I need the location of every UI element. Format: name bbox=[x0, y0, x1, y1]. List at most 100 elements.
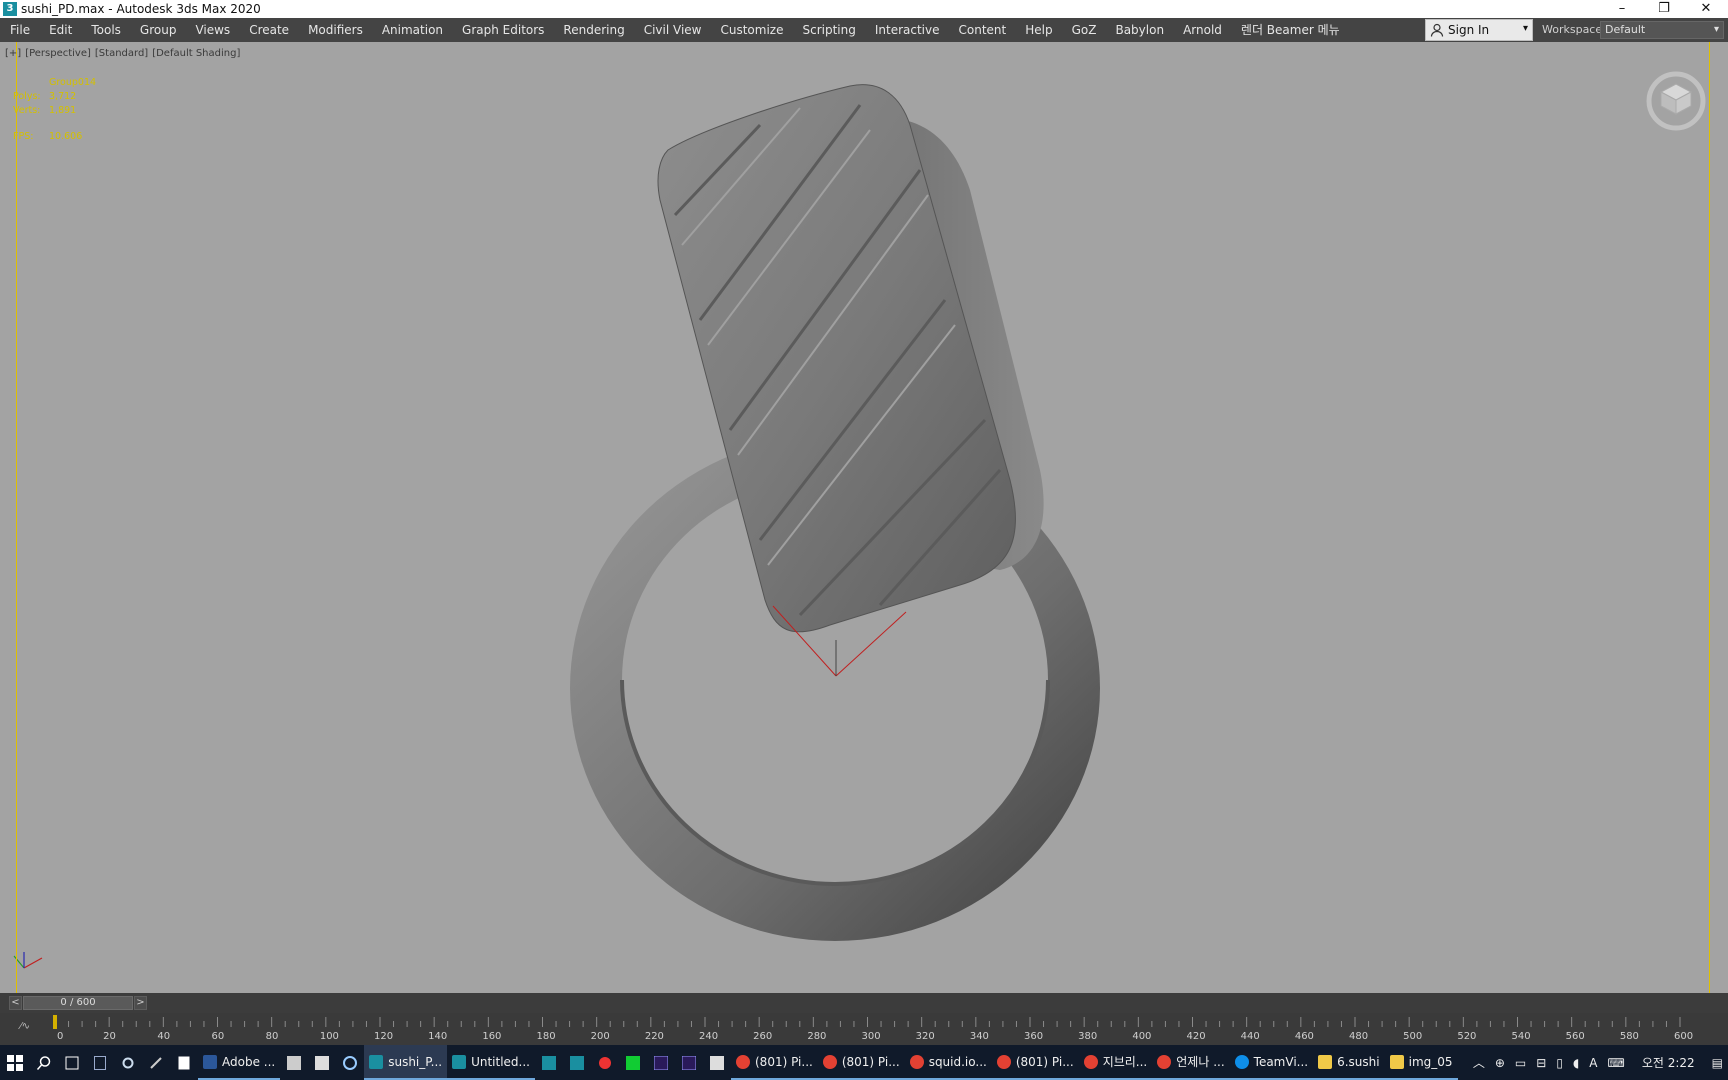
time-slider-prev-button[interactable]: < bbox=[9, 996, 22, 1010]
folder-icon bbox=[1318, 1054, 1333, 1069]
windows-start-icon[interactable] bbox=[0, 1045, 30, 1080]
chevron-down-icon: ▾ bbox=[1522, 23, 1528, 34]
ruler-tick-label: 500 bbox=[1403, 1031, 1422, 1042]
menu-goz[interactable]: GoZ bbox=[1063, 18, 1107, 42]
close-button[interactable]: ✕ bbox=[1686, 0, 1726, 18]
stats-verts-value: 1,891 bbox=[49, 105, 77, 116]
menu-interactive[interactable]: Interactive bbox=[866, 18, 950, 42]
menu-views[interactable]: Views bbox=[186, 18, 240, 42]
time-slider-thumb[interactable]: 0 / 600 bbox=[23, 996, 133, 1010]
taskbar-app-label: 지브리... bbox=[1102, 1055, 1148, 1069]
viewport-point-of-view-menu[interactable]: [Perspective] bbox=[25, 48, 91, 59]
menu-content[interactable]: Content bbox=[950, 18, 1017, 42]
calculator-icon[interactable] bbox=[86, 1045, 114, 1080]
taskbar-app-label: squid.io... bbox=[928, 1054, 987, 1069]
search-icon[interactable] bbox=[30, 1045, 58, 1080]
chrome-icon bbox=[996, 1054, 1011, 1069]
zbrush-icon[interactable] bbox=[308, 1045, 336, 1080]
taskbar-app-chrome-6[interactable]: 언제나 ... bbox=[1152, 1045, 1230, 1080]
photoshop-icon[interactable] bbox=[280, 1045, 308, 1080]
menu-edit[interactable]: Edit bbox=[40, 18, 82, 42]
system-tray: ︿ ⊕ ▭ ⊟ ▯ ◖ A ⌨ 오전 2:22 ▤ bbox=[1468, 1045, 1728, 1080]
menu-create[interactable]: Create bbox=[240, 18, 299, 42]
taskbar-app-3dsmax-untitled[interactable]: Untitled... bbox=[447, 1045, 535, 1080]
taskbar-app-adobe[interactable]: Adobe ... bbox=[198, 1045, 281, 1080]
taskbar-app-chrome-1[interactable]: (801) Pi... bbox=[731, 1045, 818, 1080]
workspaces-select[interactable]: Default ▾ bbox=[1600, 21, 1724, 39]
viewport-label-menu[interactable]: [+] [Perspective] [Standard] [Default Shadi… bbox=[5, 48, 244, 59]
ruler-tick-label: 320 bbox=[916, 1031, 935, 1042]
menu-rendering[interactable]: Rendering bbox=[554, 18, 634, 42]
clock[interactable]: 오전 2:22 bbox=[1642, 1054, 1695, 1071]
taskbar-app-label: 6.sushi bbox=[1337, 1054, 1380, 1069]
track-bar[interactable]: ⁄∿ 0 20 40 60 80 100 120 140 160 180 200 220 240 260 2… bbox=[0, 1013, 1728, 1045]
3dsmax-alt-icon[interactable] bbox=[535, 1045, 563, 1080]
sign-in-label: Sign In bbox=[1448, 23, 1490, 37]
time-slider-next-button[interactable]: > bbox=[134, 996, 147, 1010]
taskbar-app-folder-img[interactable]: img_05 bbox=[1384, 1045, 1458, 1080]
menu-file[interactable]: File bbox=[0, 18, 40, 42]
time-slider[interactable]: < 0 / 600 > bbox=[0, 993, 1728, 1013]
menu-animation[interactable]: Animation bbox=[373, 18, 453, 42]
chevron-up-icon[interactable]: ︿ bbox=[1473, 1054, 1485, 1071]
restore-button[interactable]: ❐ bbox=[1644, 0, 1684, 18]
taskview-icon[interactable] bbox=[58, 1045, 86, 1080]
minimize-button[interactable]: – bbox=[1602, 0, 1642, 18]
menu-babylon[interactable]: Babylon bbox=[1106, 18, 1174, 42]
app-bag-icon[interactable] bbox=[703, 1045, 731, 1080]
ime-icon[interactable]: A bbox=[1589, 1056, 1597, 1070]
app-c-icon[interactable] bbox=[336, 1045, 364, 1080]
current-frame-marker[interactable] bbox=[53, 1015, 57, 1029]
viewcube-icon[interactable] bbox=[1645, 70, 1707, 132]
viewport-shading-menu[interactable]: [Default Shading] bbox=[152, 48, 240, 59]
monitor-icon[interactable]: ▭ bbox=[1515, 1056, 1526, 1070]
menu-arnold[interactable]: Arnold bbox=[1174, 18, 1232, 42]
after-effects-2-icon[interactable] bbox=[675, 1045, 703, 1080]
after-effects-icon[interactable] bbox=[647, 1045, 675, 1080]
ruler-tick-label: 380 bbox=[1078, 1031, 1097, 1042]
pen-icon[interactable] bbox=[142, 1045, 170, 1080]
document-icon[interactable] bbox=[170, 1045, 198, 1080]
stats-object-name: Group014 bbox=[49, 77, 97, 88]
viewport-scene[interactable] bbox=[0, 42, 1728, 993]
ruler-tick-label: 480 bbox=[1349, 1031, 1368, 1042]
3dsmax-alt2-icon[interactable] bbox=[563, 1045, 591, 1080]
network-icon[interactable]: ⊕ bbox=[1495, 1056, 1505, 1070]
battery-icon[interactable]: ▯ bbox=[1556, 1056, 1563, 1070]
3dsmax-app-icon[interactable]: 3 bbox=[3, 2, 17, 16]
settings-gear-icon[interactable] bbox=[114, 1045, 142, 1080]
viewport-standard-menu[interactable]: [Standard] bbox=[95, 48, 148, 59]
sign-in-dropdown[interactable]: Sign In ▾ bbox=[1425, 19, 1533, 41]
keyboard-icon[interactable]: ⌨ bbox=[1607, 1056, 1624, 1070]
stats-polys-label: Polys: bbox=[13, 91, 41, 102]
taskbar-app-3dsmax-sushi[interactable]: sushi_P... bbox=[364, 1045, 448, 1080]
menu-customize[interactable]: Customize bbox=[711, 18, 793, 42]
record-icon[interactable] bbox=[591, 1045, 619, 1080]
taskbar-app-folder-sushi[interactable]: 6.sushi bbox=[1313, 1045, 1385, 1080]
taskbar-app-chrome-4[interactable]: (801) Pi... bbox=[991, 1045, 1079, 1080]
taskbar-app-chrome-5[interactable]: 지브리... bbox=[1078, 1045, 1153, 1080]
menu-scripting[interactable]: Scripting bbox=[793, 18, 865, 42]
menu-help[interactable]: Help bbox=[1016, 18, 1062, 42]
track-bar-ruler[interactable]: 0 20 40 60 80 100 120 140 160 180 200 220 240 260 280 3… bbox=[0, 1013, 1728, 1045]
menu-tools[interactable]: Tools bbox=[82, 18, 131, 42]
menu-graph-editors[interactable]: Graph Editors bbox=[453, 18, 554, 42]
taskbar-app-chrome-2[interactable]: (801) Pi... bbox=[817, 1045, 905, 1080]
viewport-general-menu[interactable]: [+] bbox=[5, 48, 21, 59]
menu-modifiers[interactable]: Modifiers bbox=[299, 18, 373, 42]
taskbar-app-label: Untitled... bbox=[471, 1054, 530, 1069]
notification-icon[interactable]: ▤ bbox=[1712, 1056, 1723, 1070]
chevron-down-icon: ▾ bbox=[1713, 24, 1719, 35]
ruler-tick-label: 220 bbox=[645, 1031, 664, 1042]
menu-beamer[interactable]: 렌더 Beamer 메뉴 bbox=[1232, 18, 1350, 42]
ruler-tick-label: 440 bbox=[1241, 1031, 1260, 1042]
taskbar-app-teamviewer[interactable]: TeamVi... bbox=[1229, 1045, 1314, 1080]
windows-taskbar: Adobe ... sushi_P... Untitled... (801) P… bbox=[0, 1045, 1728, 1080]
prelude-icon[interactable] bbox=[619, 1045, 647, 1080]
taskbar-app-chrome-3[interactable]: squid.io... bbox=[904, 1045, 992, 1080]
volume-icon[interactable]: ◖ bbox=[1573, 1056, 1579, 1070]
menu-group[interactable]: Group bbox=[131, 18, 187, 42]
ruler-tick-label: 60 bbox=[212, 1031, 225, 1042]
display-icon[interactable]: ⊟ bbox=[1536, 1056, 1546, 1070]
menu-civil-view[interactable]: Civil View bbox=[635, 18, 712, 42]
